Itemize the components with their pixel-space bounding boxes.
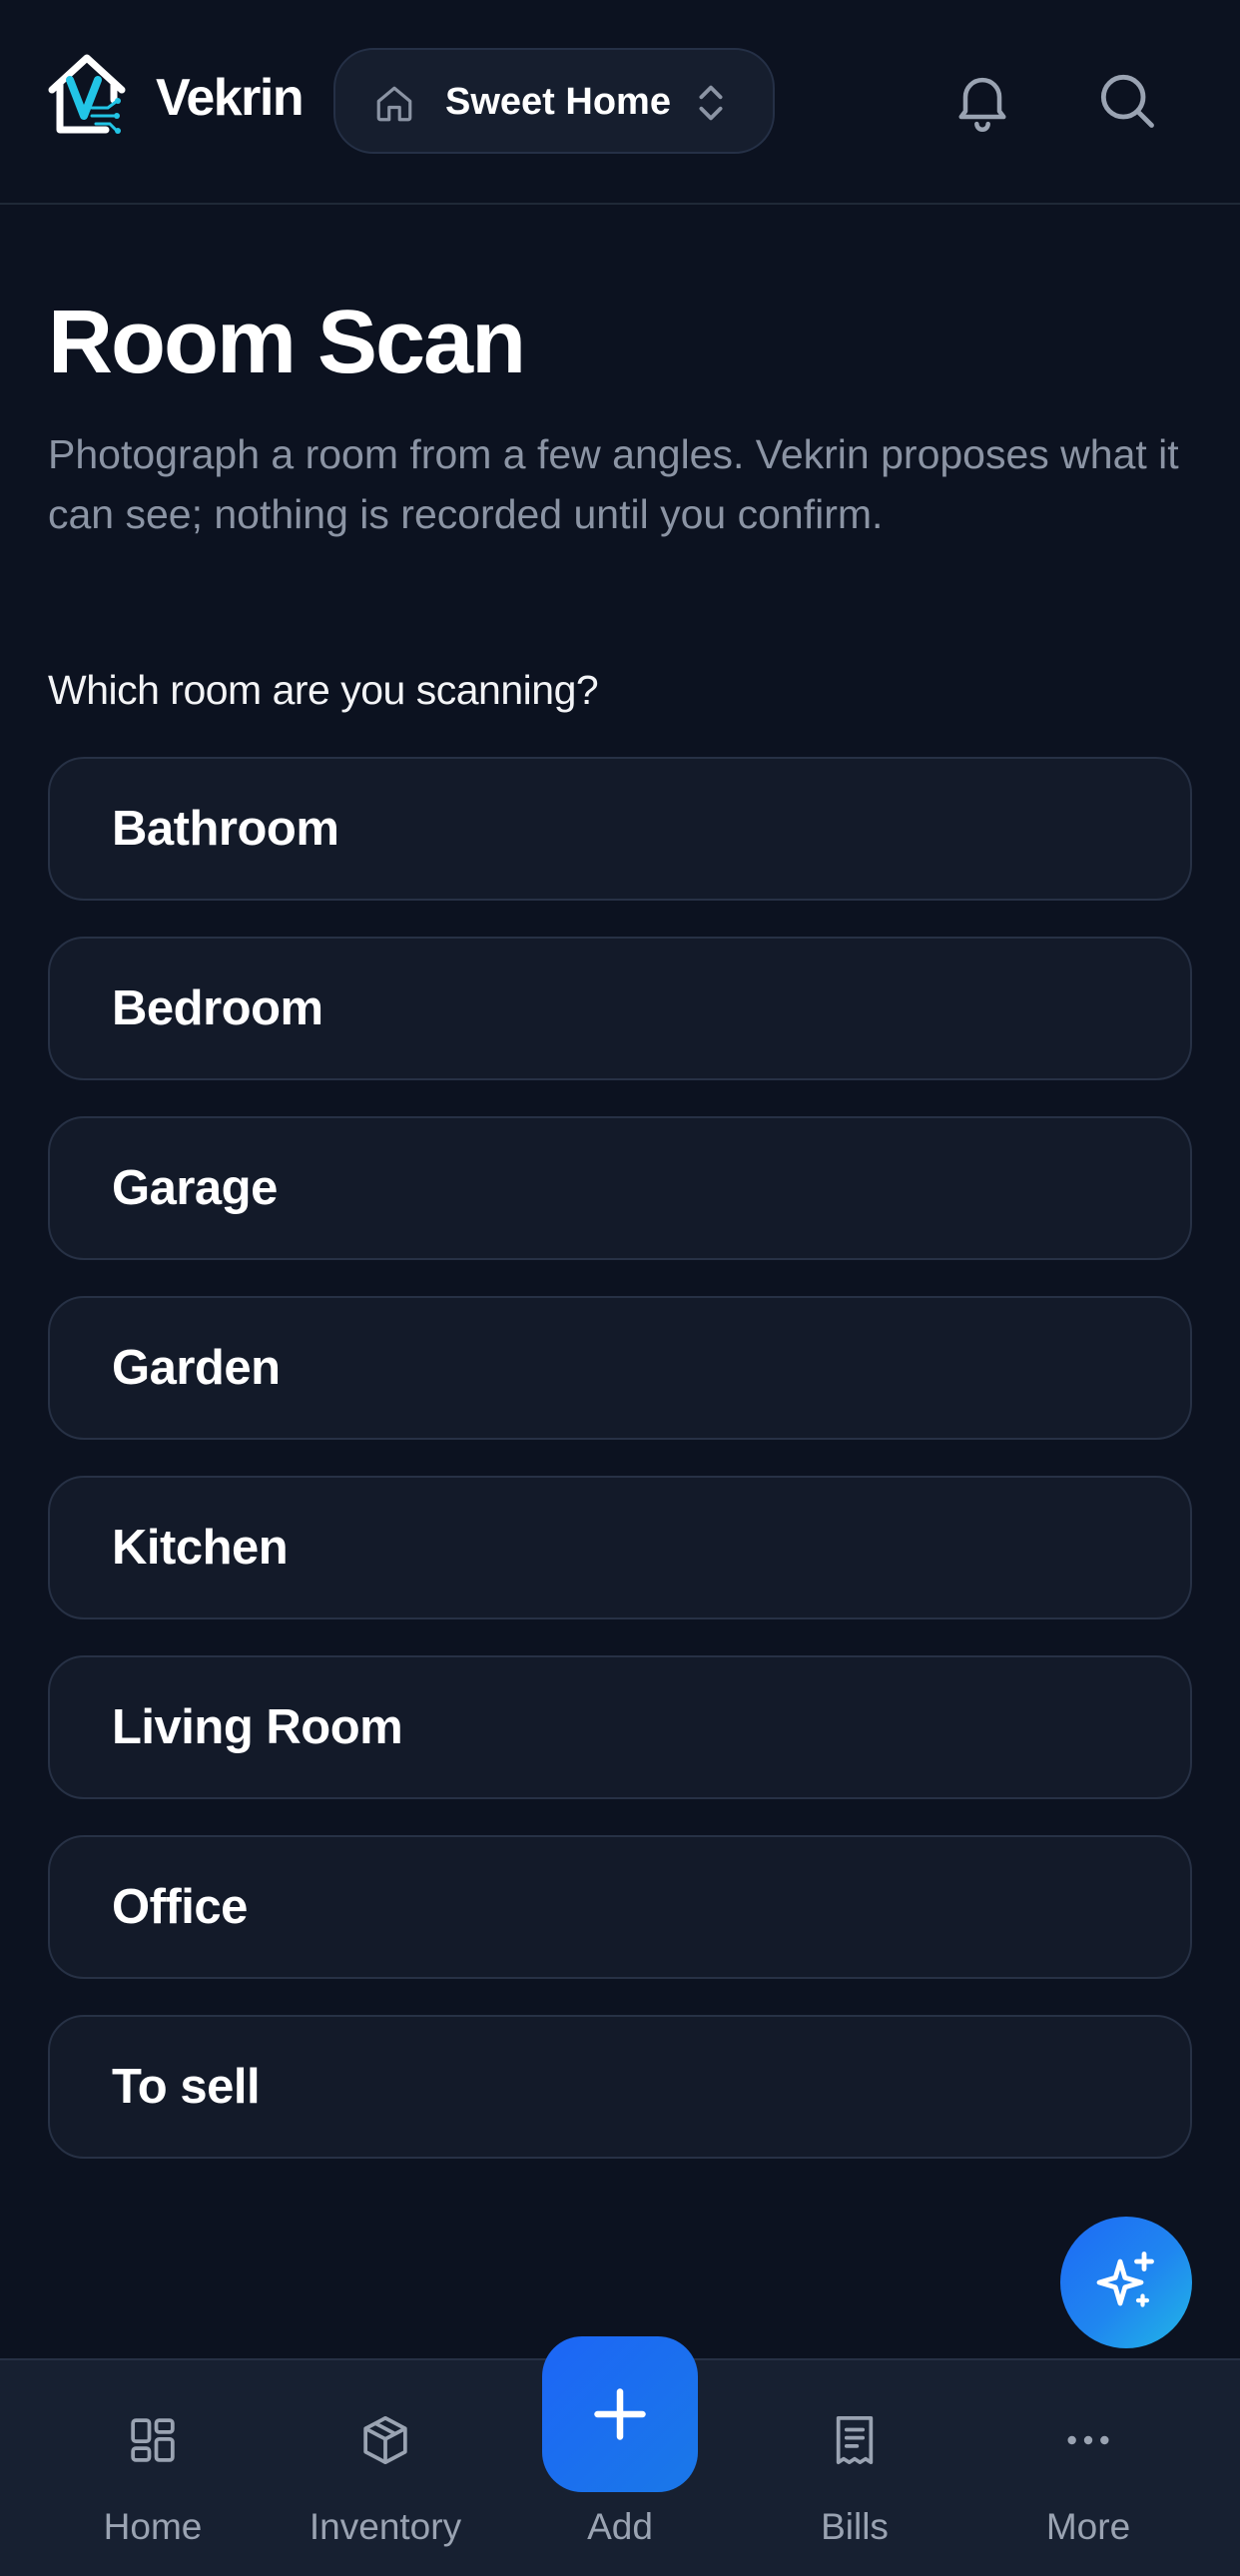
nav-more[interactable]: More — [988, 2360, 1188, 2576]
house-icon — [376, 86, 412, 122]
chevron-updown-icon — [699, 85, 723, 121]
room-option-kitchen[interactable]: Kitchen — [48, 1476, 1192, 1619]
grid-icon — [131, 2418, 175, 2462]
search-icon[interactable] — [1092, 66, 1160, 134]
box-icon — [363, 2415, 407, 2465]
room-option-office[interactable]: Office — [48, 1835, 1192, 1979]
room-question-label: Which room are you scanning? — [48, 667, 599, 713]
add-button[interactable] — [542, 2336, 698, 2492]
plus-icon — [594, 2388, 646, 2440]
room-option-label: Garage — [112, 1161, 278, 1215]
page-subtitle: Photograph a room from a few angles. Vek… — [48, 431, 1179, 537]
room-option-label: Garden — [112, 1341, 281, 1395]
room-option-living-room[interactable]: Living Room — [48, 1655, 1192, 1799]
bell-icon[interactable] — [948, 66, 1016, 134]
nav-inventory-label: Inventory — [309, 2506, 462, 2547]
ai-assistant-button[interactable] — [1060, 2217, 1192, 2348]
nav-more-label: More — [1045, 2506, 1131, 2547]
nav-home[interactable]: Home — [53, 2360, 253, 2576]
room-option-label: Bathroom — [112, 802, 339, 856]
room-option-bathroom[interactable]: Bathroom — [48, 757, 1192, 901]
room-scan-screen: Vekrin Sweet Home Room Scan Photograph a… — [0, 0, 1240, 2576]
nav-inventory[interactable]: Inventory — [286, 2360, 485, 2576]
room-option-to-sell[interactable]: To sell — [48, 2015, 1192, 2159]
brand-name: Vekrin — [156, 69, 305, 127]
page-title: Room Scan — [48, 293, 526, 392]
room-list: Bathroom Bedroom Garage Garden Kitchen L… — [48, 757, 1192, 2195]
room-option-label: Kitchen — [112, 1521, 289, 1575]
room-option-garden[interactable]: Garden — [48, 1296, 1192, 1440]
nav-home-label: Home — [103, 2506, 203, 2547]
nav-bills-label: Bills — [821, 2506, 889, 2547]
app-header: Vekrin Sweet Home — [0, 0, 1240, 205]
room-option-label: Living Room — [112, 1700, 403, 1754]
nav-add-label: Add — [587, 2506, 653, 2547]
room-option-label: Office — [112, 1880, 248, 1934]
room-option-garage[interactable]: Garage — [48, 1116, 1192, 1260]
more-dots-icon — [1067, 2435, 1109, 2445]
nav-bills[interactable]: Bills — [755, 2360, 954, 2576]
sparkles-icon — [1096, 2252, 1154, 2307]
home-switcher-label: Sweet Home — [445, 81, 671, 123]
home-switcher-button[interactable]: Sweet Home — [333, 48, 775, 154]
vekrin-logo[interactable] — [46, 50, 128, 136]
room-option-bedroom[interactable]: Bedroom — [48, 937, 1192, 1080]
room-option-label: Bedroom — [112, 981, 323, 1035]
room-option-label: To sell — [112, 2060, 261, 2114]
receipt-icon — [836, 2415, 874, 2465]
